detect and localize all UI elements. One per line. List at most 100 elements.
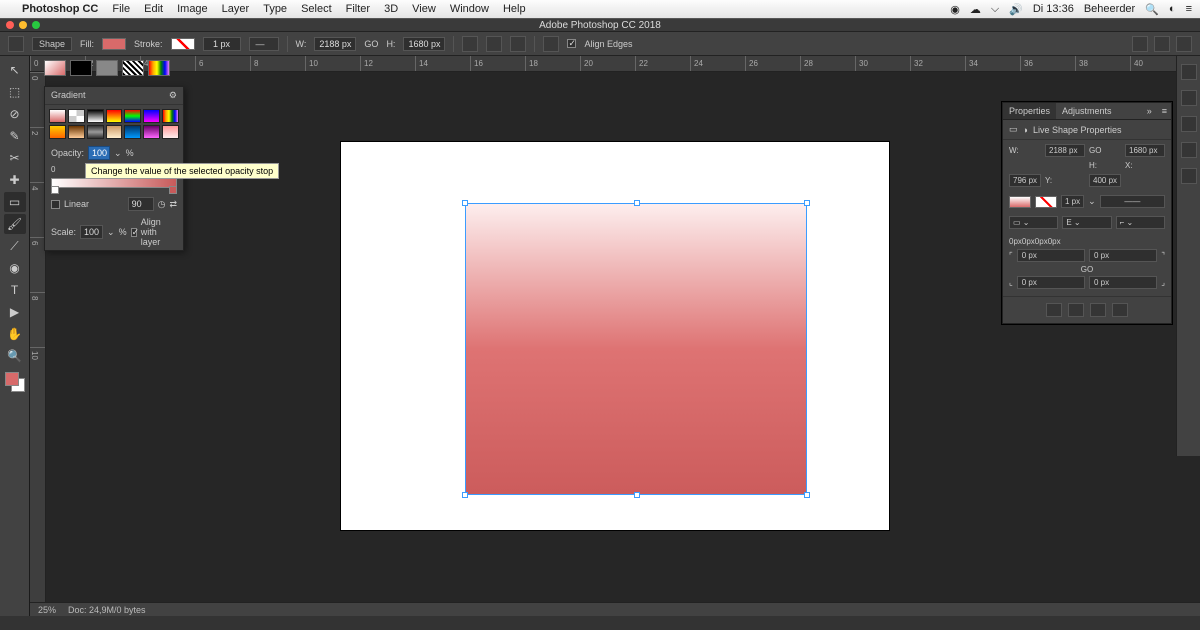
gradient-preset-7[interactable] (49, 125, 66, 139)
workspace-icon[interactable] (1154, 36, 1170, 52)
handle-br[interactable] (804, 492, 810, 498)
align-edges-checkbox[interactable] (567, 39, 576, 48)
tool-9[interactable]: ✂ (4, 148, 26, 168)
opacity-dropdown-icon[interactable]: ⌄ (114, 148, 122, 159)
paths-panel-icon[interactable] (1181, 168, 1197, 184)
fill-type-2[interactable] (96, 60, 118, 76)
gradient-preset-13[interactable] (162, 125, 179, 139)
prop-height[interactable]: 1680 px (1125, 144, 1165, 157)
color-stop-right[interactable] (169, 186, 177, 194)
stroke-align-select[interactable]: ▭ ⌄ (1009, 216, 1058, 229)
scale-input[interactable]: 100 (80, 225, 103, 239)
close-button[interactable] (6, 21, 14, 29)
menu-3d[interactable]: 3D (384, 3, 398, 15)
volume-icon[interactable]: 🔊 (1009, 3, 1023, 16)
tool-icon[interactable] (8, 36, 24, 52)
share-icon[interactable] (1176, 36, 1192, 52)
prop-stroke-width[interactable]: 1 px (1061, 195, 1084, 208)
spotlight-icon[interactable]: 🔍 (1145, 3, 1159, 16)
doc-info[interactable]: Doc: 24,9M/0 bytes (68, 605, 146, 615)
gradient-preset-10[interactable] (106, 125, 123, 139)
prop-fill-swatch[interactable] (1009, 196, 1031, 208)
align-layer-checkbox[interactable] (131, 228, 137, 237)
menu-image[interactable]: Image (177, 3, 208, 15)
stroke-swatch[interactable] (171, 38, 195, 50)
gradient-preset-6[interactable] (162, 109, 179, 123)
panel-menu-icon[interactable]: ≡ (1158, 103, 1171, 119)
handle-bl[interactable] (462, 492, 468, 498)
tool-4[interactable]: ◉ (4, 258, 26, 278)
gradient-preset-2[interactable] (87, 109, 104, 123)
wifi-icon[interactable]: ⌵ (991, 3, 999, 16)
tool-8[interactable]: ✚ (4, 170, 26, 190)
menu-window[interactable]: Window (450, 3, 489, 15)
menu-view[interactable]: View (412, 3, 436, 15)
tab-adjustments[interactable]: Adjustments (1056, 103, 1118, 119)
stroke-style-dropdown[interactable]: ⌄ (1088, 196, 1096, 207)
gradient-preset-1[interactable] (68, 109, 85, 123)
tool-mode-select[interactable]: Shape (32, 37, 72, 51)
menu-help[interactable]: Help (503, 3, 526, 15)
search-icon[interactable] (1132, 36, 1148, 52)
opacity-input[interactable]: 100 (88, 146, 110, 160)
layers-panel-icon[interactable] (1181, 116, 1197, 132)
menu-layer[interactable]: Layer (222, 3, 250, 15)
stroke-width-input[interactable]: 1 px (203, 37, 241, 51)
reverse-icon[interactable]: ⇄ (169, 199, 177, 210)
swatches-panel-icon[interactable] (1181, 90, 1197, 106)
handle-tm[interactable] (634, 200, 640, 206)
link-wh-icon[interactable]: GO (1089, 146, 1121, 155)
menu-type[interactable]: Type (263, 3, 287, 15)
menubar-icon[interactable]: ◉ (950, 3, 960, 16)
tool-3[interactable]: T (4, 280, 26, 300)
tool-13[interactable]: ↖ (4, 60, 26, 80)
prop-x[interactable]: 796 px (1009, 174, 1041, 187)
collapse-icon[interactable]: » (1141, 103, 1158, 119)
link-wh[interactable]: GO (364, 39, 378, 49)
pathop-exclude-icon[interactable] (1112, 303, 1128, 317)
angle-input[interactable]: 90 (128, 197, 154, 211)
gradient-preset-12[interactable] (143, 125, 160, 139)
color-panel-icon[interactable] (1181, 64, 1197, 80)
tool-6[interactable]: 🖌 (4, 214, 26, 234)
tool-12[interactable]: ⬚ (4, 82, 26, 102)
path-align-icon[interactable] (486, 36, 502, 52)
color-stop-left[interactable] (51, 186, 59, 194)
handle-tr[interactable] (804, 200, 810, 206)
stroke-corner-select[interactable]: ⌐ ⌄ (1116, 216, 1165, 229)
menu-select[interactable]: Select (301, 3, 332, 15)
corner-tr-input[interactable]: 0 px (1089, 249, 1157, 262)
gradient-preset-5[interactable] (143, 109, 160, 123)
channels-panel-icon[interactable] (1181, 142, 1197, 158)
user[interactable]: Beheerder (1084, 3, 1135, 15)
fill-type-1[interactable] (70, 60, 92, 76)
menu-edit[interactable]: Edit (144, 3, 163, 15)
zoom-level[interactable]: 25% (38, 605, 56, 615)
tool-5[interactable]: ⟋ (4, 236, 26, 256)
prop-y[interactable]: 400 px (1089, 174, 1121, 187)
menubar-icon[interactable]: ☁ (970, 3, 981, 16)
pathop-unite-icon[interactable] (1046, 303, 1062, 317)
gear-icon[interactable] (543, 36, 559, 52)
tool-7[interactable]: ▭ (4, 192, 26, 212)
maximize-button[interactable] (32, 21, 40, 29)
menu-file[interactable]: File (112, 3, 130, 15)
corner-tl-input[interactable]: 0 px (1017, 249, 1085, 262)
panel-menu-icon[interactable]: ⚙ (169, 90, 177, 101)
stroke-dash-select[interactable]: —— (1100, 195, 1165, 208)
corner-bl-input[interactable]: 0 px (1017, 276, 1085, 289)
document-canvas[interactable] (341, 142, 889, 530)
handle-bm[interactable] (634, 492, 640, 498)
path-combine-icon[interactable] (462, 36, 478, 52)
gradient-type-select[interactable]: Linear (64, 199, 124, 209)
clock[interactable]: Di 13:36 (1033, 3, 1074, 15)
stroke-style-select[interactable]: — (249, 37, 279, 51)
control-icon[interactable]: ◐ (1169, 3, 1176, 15)
fill-type-0[interactable] (44, 60, 66, 76)
angle-dial-icon[interactable]: ◷ (158, 199, 166, 210)
menu-filter[interactable]: Filter (346, 3, 370, 15)
gradient-preset-8[interactable] (68, 125, 85, 139)
gradient-type-icon[interactable] (51, 200, 60, 209)
gradient-preset-3[interactable] (106, 109, 123, 123)
scale-dropdown-icon[interactable]: ⌄ (107, 227, 115, 238)
